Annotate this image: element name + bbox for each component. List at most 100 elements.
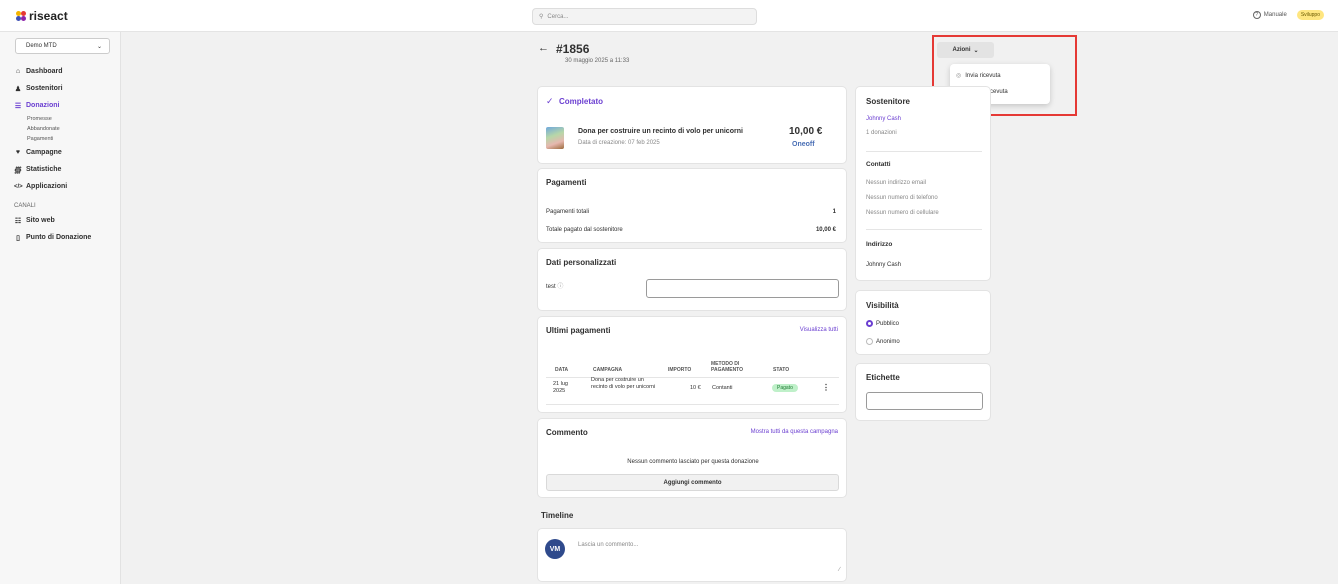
sidebar-item-label: Sito web — [26, 217, 55, 224]
total-paid-value: 10,00 € — [815, 227, 836, 233]
last-payments-title: Ultimi pagamenti — [546, 326, 611, 335]
no-mobile: Nessun numero di cellulare — [866, 210, 939, 216]
section-divider — [866, 229, 982, 230]
back-arrow-icon[interactable]: ← — [538, 42, 549, 54]
address-name: Johnny Cash — [866, 262, 902, 268]
sidebar-subitem-abbandonate[interactable]: Abbandonate — [14, 124, 120, 134]
sidebar-item-applicazioni[interactable]: </> Applicazioni — [14, 178, 120, 195]
tags-title: Etichette — [866, 373, 900, 382]
search-input[interactable]: ⚲ Cerca... — [532, 8, 757, 25]
page-title: #1856 — [556, 42, 590, 56]
comment-card: Commento Mostra tutti da questa campagna… — [537, 418, 847, 498]
show-all-comments-link[interactable]: Mostra tutti da questa campagna — [751, 429, 838, 435]
device-icon: ▯ — [16, 234, 20, 242]
sidebar-item-sito-web[interactable]: ☷ Sito web — [14, 212, 120, 229]
search-icon: ⚲ — [539, 14, 544, 20]
custom-data-title: Dati personalizzati — [546, 258, 617, 267]
table-divider — [546, 404, 839, 405]
more-options-icon[interactable]: ⋮ — [822, 384, 830, 392]
info-icon: ⓘ — [557, 284, 564, 290]
sidebar: Demo MTD ⌄ ⌂ Dashboard ♟ Sostenitori ☰ D… — [0, 32, 121, 584]
status-badge: Pagato — [772, 384, 798, 392]
sidebar-item-dashboard[interactable]: ⌂ Dashboard — [14, 63, 120, 80]
custom-field-input[interactable] — [646, 279, 839, 298]
sidebar-item-label: Statistiche — [26, 166, 62, 173]
order-date: 30 maggio 2025 a 11:33 — [565, 58, 630, 64]
donation-amount: 10,00 € — [789, 126, 823, 137]
supporter-title: Sostenitore — [866, 97, 911, 106]
payments-card: Pagamenti Pagamenti totali 1 Totale paga… — [537, 168, 847, 243]
top-bar: riseact ⚲ Cerca... ? Manuale Sviluppo — [0, 0, 1338, 32]
add-comment-button[interactable]: Aggiungi commento — [546, 474, 839, 491]
address-title: Indirizzo — [866, 241, 893, 248]
resize-handle-icon[interactable]: ∕ — [839, 567, 840, 573]
view-all-link[interactable]: Visualizza tutti — [800, 327, 838, 333]
store-name: Demo MTD — [26, 43, 57, 49]
manual-label: Manuale — [1263, 12, 1287, 18]
avatar: VM — [545, 539, 565, 559]
sidebar-item-campagne[interactable]: ♥ Campagne — [14, 144, 120, 161]
channels-section-title: CANALI — [14, 203, 36, 209]
col-header-amount: IMPORTO — [668, 367, 692, 373]
radio-selected-icon — [866, 320, 873, 327]
contacts-title: Contatti — [866, 161, 891, 168]
supporter-name-link[interactable]: Johnny Cash — [866, 116, 901, 122]
timeline-title: Timeline — [541, 511, 574, 520]
payments-title: Pagamenti — [546, 178, 587, 187]
logo-text: riseact — [29, 9, 68, 23]
sidebar-item-donazioni[interactable]: ☰ Donazioni — [14, 97, 120, 114]
tags-card: Etichette — [855, 363, 991, 421]
globe-icon: ☷ — [14, 217, 22, 225]
cell-campaign[interactable]: Dona per costruire un recinto di volo pe… — [591, 377, 661, 391]
product-title[interactable]: Dona per costruire un recinto di volo pe… — [578, 128, 743, 135]
sidebar-item-label: Campagne — [26, 149, 62, 156]
col-header-method: METODO DI PAGAMENTO — [711, 361, 744, 373]
code-icon: </> — [14, 183, 23, 190]
product-image — [546, 127, 564, 149]
sidebar-item-label: Applicazioni — [26, 183, 68, 190]
field-label-text: test — [546, 284, 556, 290]
last-payments-card: Ultimi pagamenti Visualizza tutti DATA C… — [537, 316, 847, 413]
cell-date: 21 lug 2025 — [553, 381, 568, 394]
heart-icon: ♥ — [15, 149, 21, 156]
store-selector[interactable]: Demo MTD ⌄ — [15, 38, 110, 54]
list-icon: ☰ — [14, 102, 22, 110]
home-icon: ⌂ — [15, 68, 21, 75]
table-divider — [546, 377, 839, 378]
visibility-card: Visibilità Pubblico Anonimo — [855, 290, 991, 355]
chart-icon: ∰ — [14, 166, 22, 174]
radio-public[interactable]: Pubblico — [866, 320, 899, 327]
sidebar-item-statistiche[interactable]: ∰ Statistiche — [14, 161, 120, 178]
check-circle-icon: ✓ — [546, 96, 554, 106]
no-comments-text: Nessun commento lasciato per questa dona… — [627, 459, 759, 465]
comment-title: Commento — [546, 428, 588, 437]
sidebar-item-sostenitori[interactable]: ♟ Sostenitori — [14, 80, 120, 97]
status-card: ✓ Completato Dona per costruire un recin… — [537, 86, 847, 164]
total-payments-label: Pagamenti totali — [546, 209, 590, 215]
manual-link[interactable]: ? Manuale — [1252, 11, 1287, 19]
sidebar-subitem-promesse[interactable]: Promesse — [14, 114, 120, 124]
total-paid-label: Totale pagato dal sostenitore — [546, 227, 623, 233]
total-payments-value: 1 — [832, 209, 836, 215]
help-icon: ? — [1252, 11, 1261, 19]
frequency-label: Oneoff — [792, 141, 815, 148]
col-header-status: STATO — [773, 367, 790, 373]
user-icon: ♟ — [14, 85, 22, 93]
comment-input[interactable]: Lascia un commento... — [578, 542, 638, 548]
sidebar-item-punto-donazione[interactable]: ▯ Punto di Donazione — [14, 229, 120, 246]
creation-date: Data di creazione: 07 feb 2025 — [578, 140, 660, 146]
env-badge: Sviluppo — [1296, 10, 1324, 20]
logo-icon — [16, 11, 26, 21]
radio-anonymous[interactable]: Anonimo — [866, 338, 900, 345]
col-header-date: DATA — [555, 367, 569, 373]
tags-input[interactable] — [866, 392, 983, 410]
no-phone: Nessun numero di telefono — [866, 195, 938, 201]
custom-data-card: Dati personalizzati test ⓘ — [537, 248, 847, 311]
radio-label: Anonimo — [876, 339, 900, 346]
cell-amount: 10 € — [690, 385, 701, 391]
logo[interactable]: riseact — [16, 9, 68, 23]
supporter-donations: 1 donazioni — [866, 130, 897, 136]
no-email: Nessun indirizzo email — [866, 180, 927, 186]
sidebar-subitem-pagamenti[interactable]: Pagamenti — [14, 134, 120, 144]
sidebar-item-label: Dashboard — [26, 68, 63, 75]
